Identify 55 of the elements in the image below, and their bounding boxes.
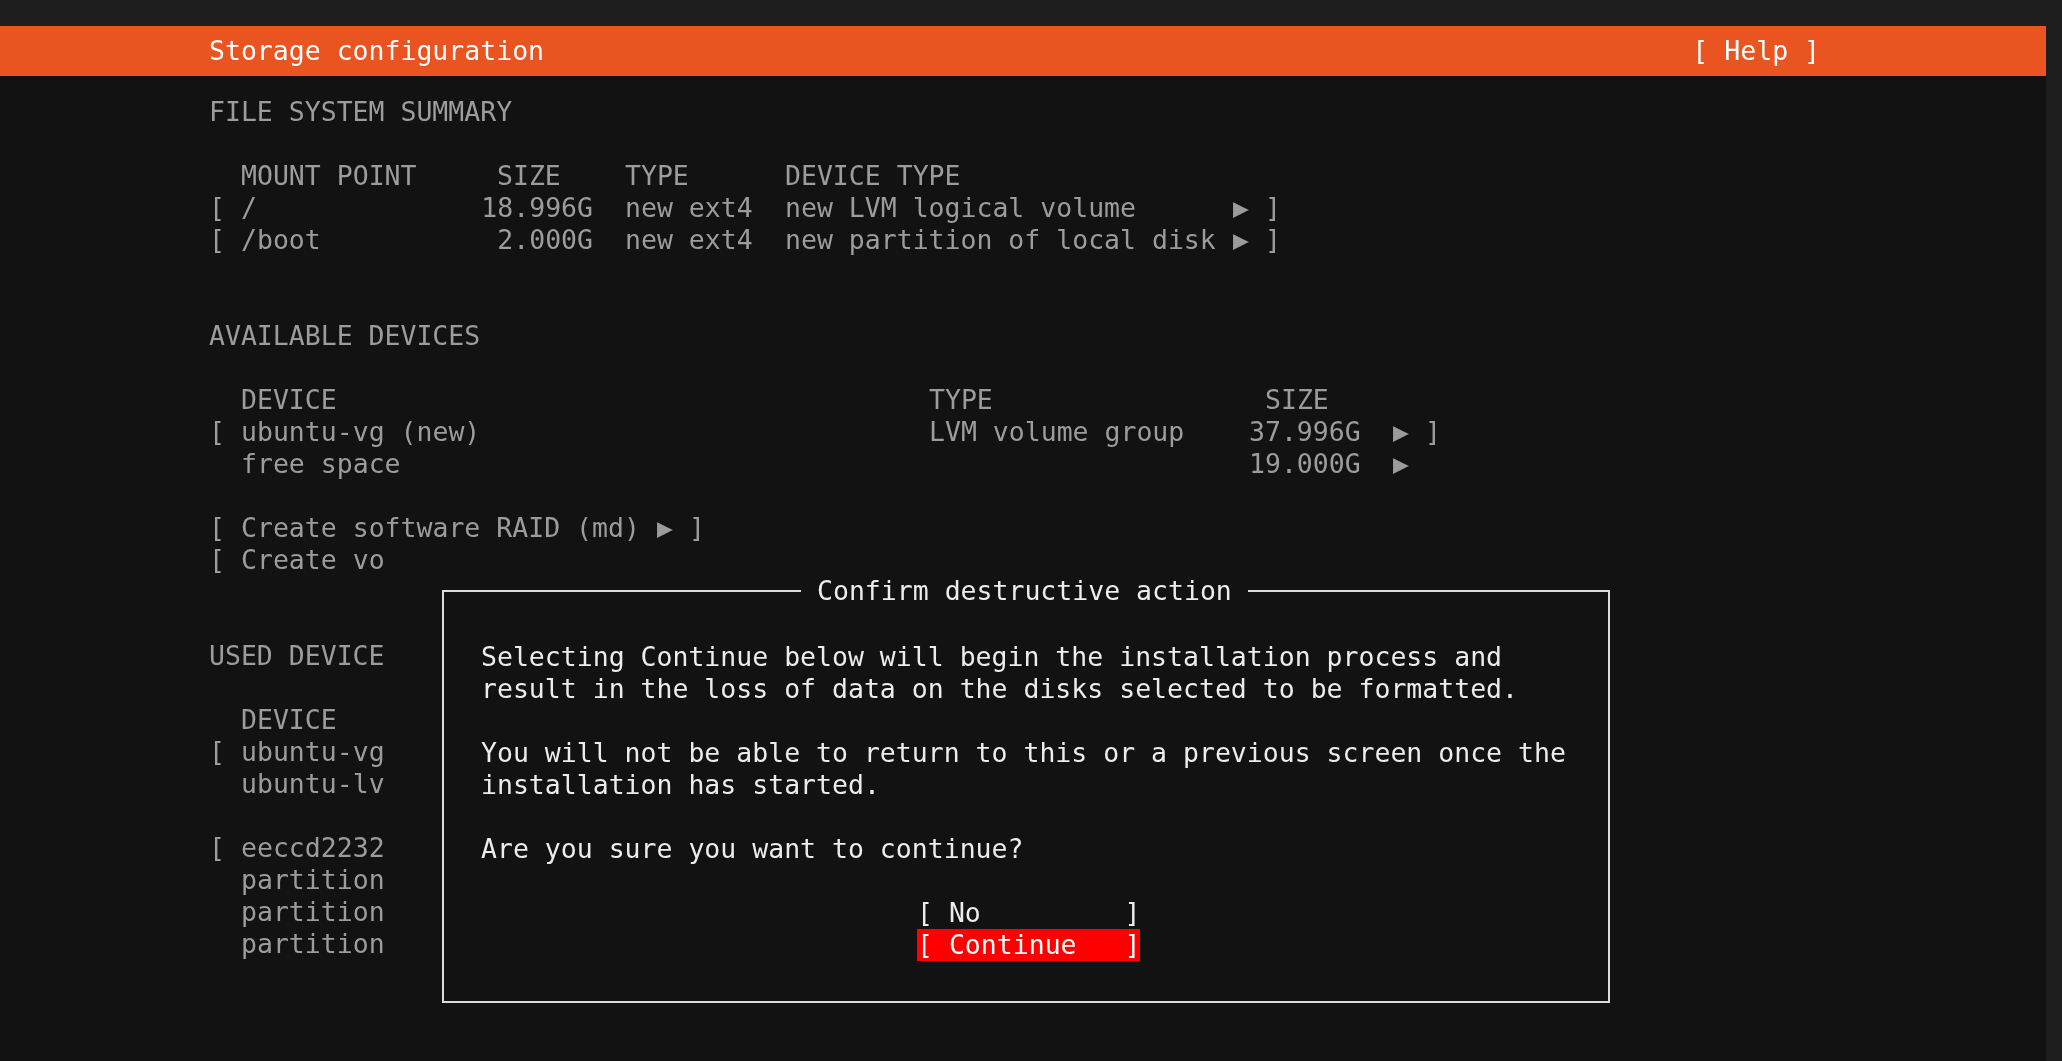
bracket: ]: [1265, 194, 1281, 222]
expand-arrow[interactable]: ▶: [1393, 450, 1425, 478]
dialog-button[interactable]: [ No ]: [917, 897, 1141, 929]
bracket: [: [209, 418, 226, 446]
table-cell-text: 19.000G: [1249, 450, 1362, 478]
expand-arrow[interactable]: ▶: [1233, 194, 1265, 222]
table-cell-text: new ext4: [625, 226, 754, 254]
expand-arrow[interactable]: ▶: [657, 514, 689, 542]
table-cell-text: 18.996G: [480, 194, 593, 222]
table-cell[interactable]: ubuntu-vg (new): [241, 418, 929, 446]
section-heading: USED DEVICE: [209, 642, 385, 670]
column-header: SIZE: [1265, 386, 1329, 414]
menu-item[interactable]: Create software RAID (md): [241, 514, 657, 542]
table-cell-text: 37.996G: [1249, 418, 1362, 446]
bracket: [: [209, 194, 226, 222]
bracket: [: [209, 514, 226, 542]
column-header: DEVICE: [241, 386, 338, 414]
table-cell[interactable]: free space: [241, 450, 929, 478]
table-cell[interactable]: /: [241, 194, 449, 222]
section-heading: FILE SYSTEM SUMMARY: [209, 98, 513, 126]
page-title: Storage configuration: [209, 37, 545, 65]
table-cell-text: LVM volume group: [929, 418, 1186, 446]
bracket: [: [209, 226, 226, 254]
table-cell[interactable]: partition: [241, 930, 385, 958]
section-heading: AVAILABLE DEVICES: [209, 322, 481, 350]
dialog-message: Are you sure you want to continue?: [481, 833, 1025, 865]
column-header: SIZE: [497, 162, 562, 190]
column-header: MOUNT POINT: [241, 162, 418, 190]
table-cell[interactable]: partition: [241, 866, 385, 894]
column-header: TYPE: [929, 386, 994, 414]
column-header: DEVICE: [241, 706, 337, 734]
column-header: TYPE: [625, 162, 690, 190]
dialog-message: Selecting Continue below will begin the installation process and result in the loss of data on the disks selected to be formatted.: [481, 641, 1520, 705]
bracket: [: [209, 738, 226, 766]
expand-arrow[interactable]: ▶: [1233, 226, 1265, 254]
help-button[interactable]: [ Help ]: [1692, 37, 1820, 65]
dialog-message: You will not be able to return to this or a previous screen once the installation has started.: [481, 737, 1566, 801]
table-cell[interactable]: partition: [241, 898, 385, 926]
bracket: [: [209, 546, 226, 574]
table-cell[interactable]: eeccd2232: [241, 834, 385, 862]
menu-item[interactable]: Create vo: [241, 546, 385, 574]
bracket: ]: [1265, 226, 1281, 254]
bracket: [: [209, 834, 226, 862]
table-cell-text: new partition of local disk: [785, 226, 1217, 254]
table-cell-text: new ext4: [625, 194, 754, 222]
expand-arrow[interactable]: ▶: [1393, 418, 1425, 446]
table-cell-text: new LVM logical volume: [785, 194, 1137, 222]
table-cell-text: 2.000G: [496, 226, 593, 254]
dialog-button[interactable]: [ Continue ]: [917, 929, 1141, 961]
table-cell[interactable]: /boot: [241, 226, 449, 254]
bracket: ]: [1425, 418, 1441, 446]
table-cell[interactable]: ubuntu-vg: [241, 738, 385, 766]
column-header: DEVICE TYPE: [785, 162, 961, 190]
bracket: ]: [689, 514, 705, 542]
table-cell[interactable]: ubuntu-lv: [241, 770, 385, 798]
